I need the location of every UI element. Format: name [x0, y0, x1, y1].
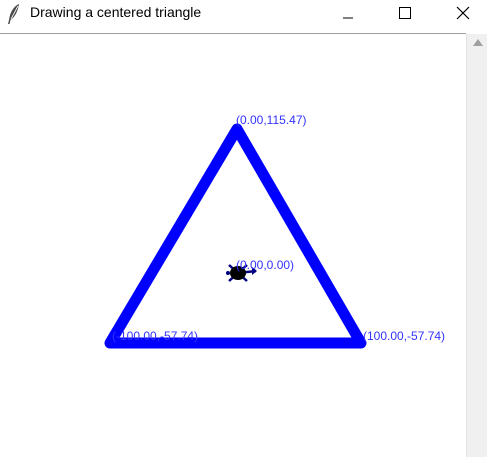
scroll-up-arrow-icon	[472, 39, 483, 46]
title-bar[interactable]: Drawing a centered triangle	[0, 0, 487, 33]
close-button[interactable]	[440, 0, 486, 26]
vertex-label-left: (-100.00,-57.74)	[112, 329, 198, 343]
app-window: Drawing a centered triangle (0.00,115.47…	[0, 0, 487, 457]
vertex-label-right: (100.00,-57.74)	[363, 329, 445, 343]
center-label: (0.00,0.00)	[236, 258, 294, 272]
window-title: Drawing a centered triangle	[30, 4, 202, 20]
minimize-icon	[343, 17, 353, 19]
maximize-icon	[399, 7, 411, 19]
vertical-scrollbar[interactable]	[466, 34, 487, 457]
turtle-canvas[interactable]: (0.00,115.47) (-100.00,-57.74) (100.00,-…	[0, 33, 466, 457]
feather-icon	[6, 3, 22, 25]
drawing-surface: (0.00,115.47) (-100.00,-57.74) (100.00,-…	[104, 113, 445, 349]
maximize-button[interactable]	[382, 0, 428, 26]
close-icon	[456, 6, 470, 20]
scroll-up-button[interactable]	[467, 34, 487, 51]
vertex-label-top: (0.00,115.47)	[236, 113, 307, 127]
minimize-button[interactable]	[325, 0, 371, 26]
triangle-shape	[104, 123, 367, 349]
